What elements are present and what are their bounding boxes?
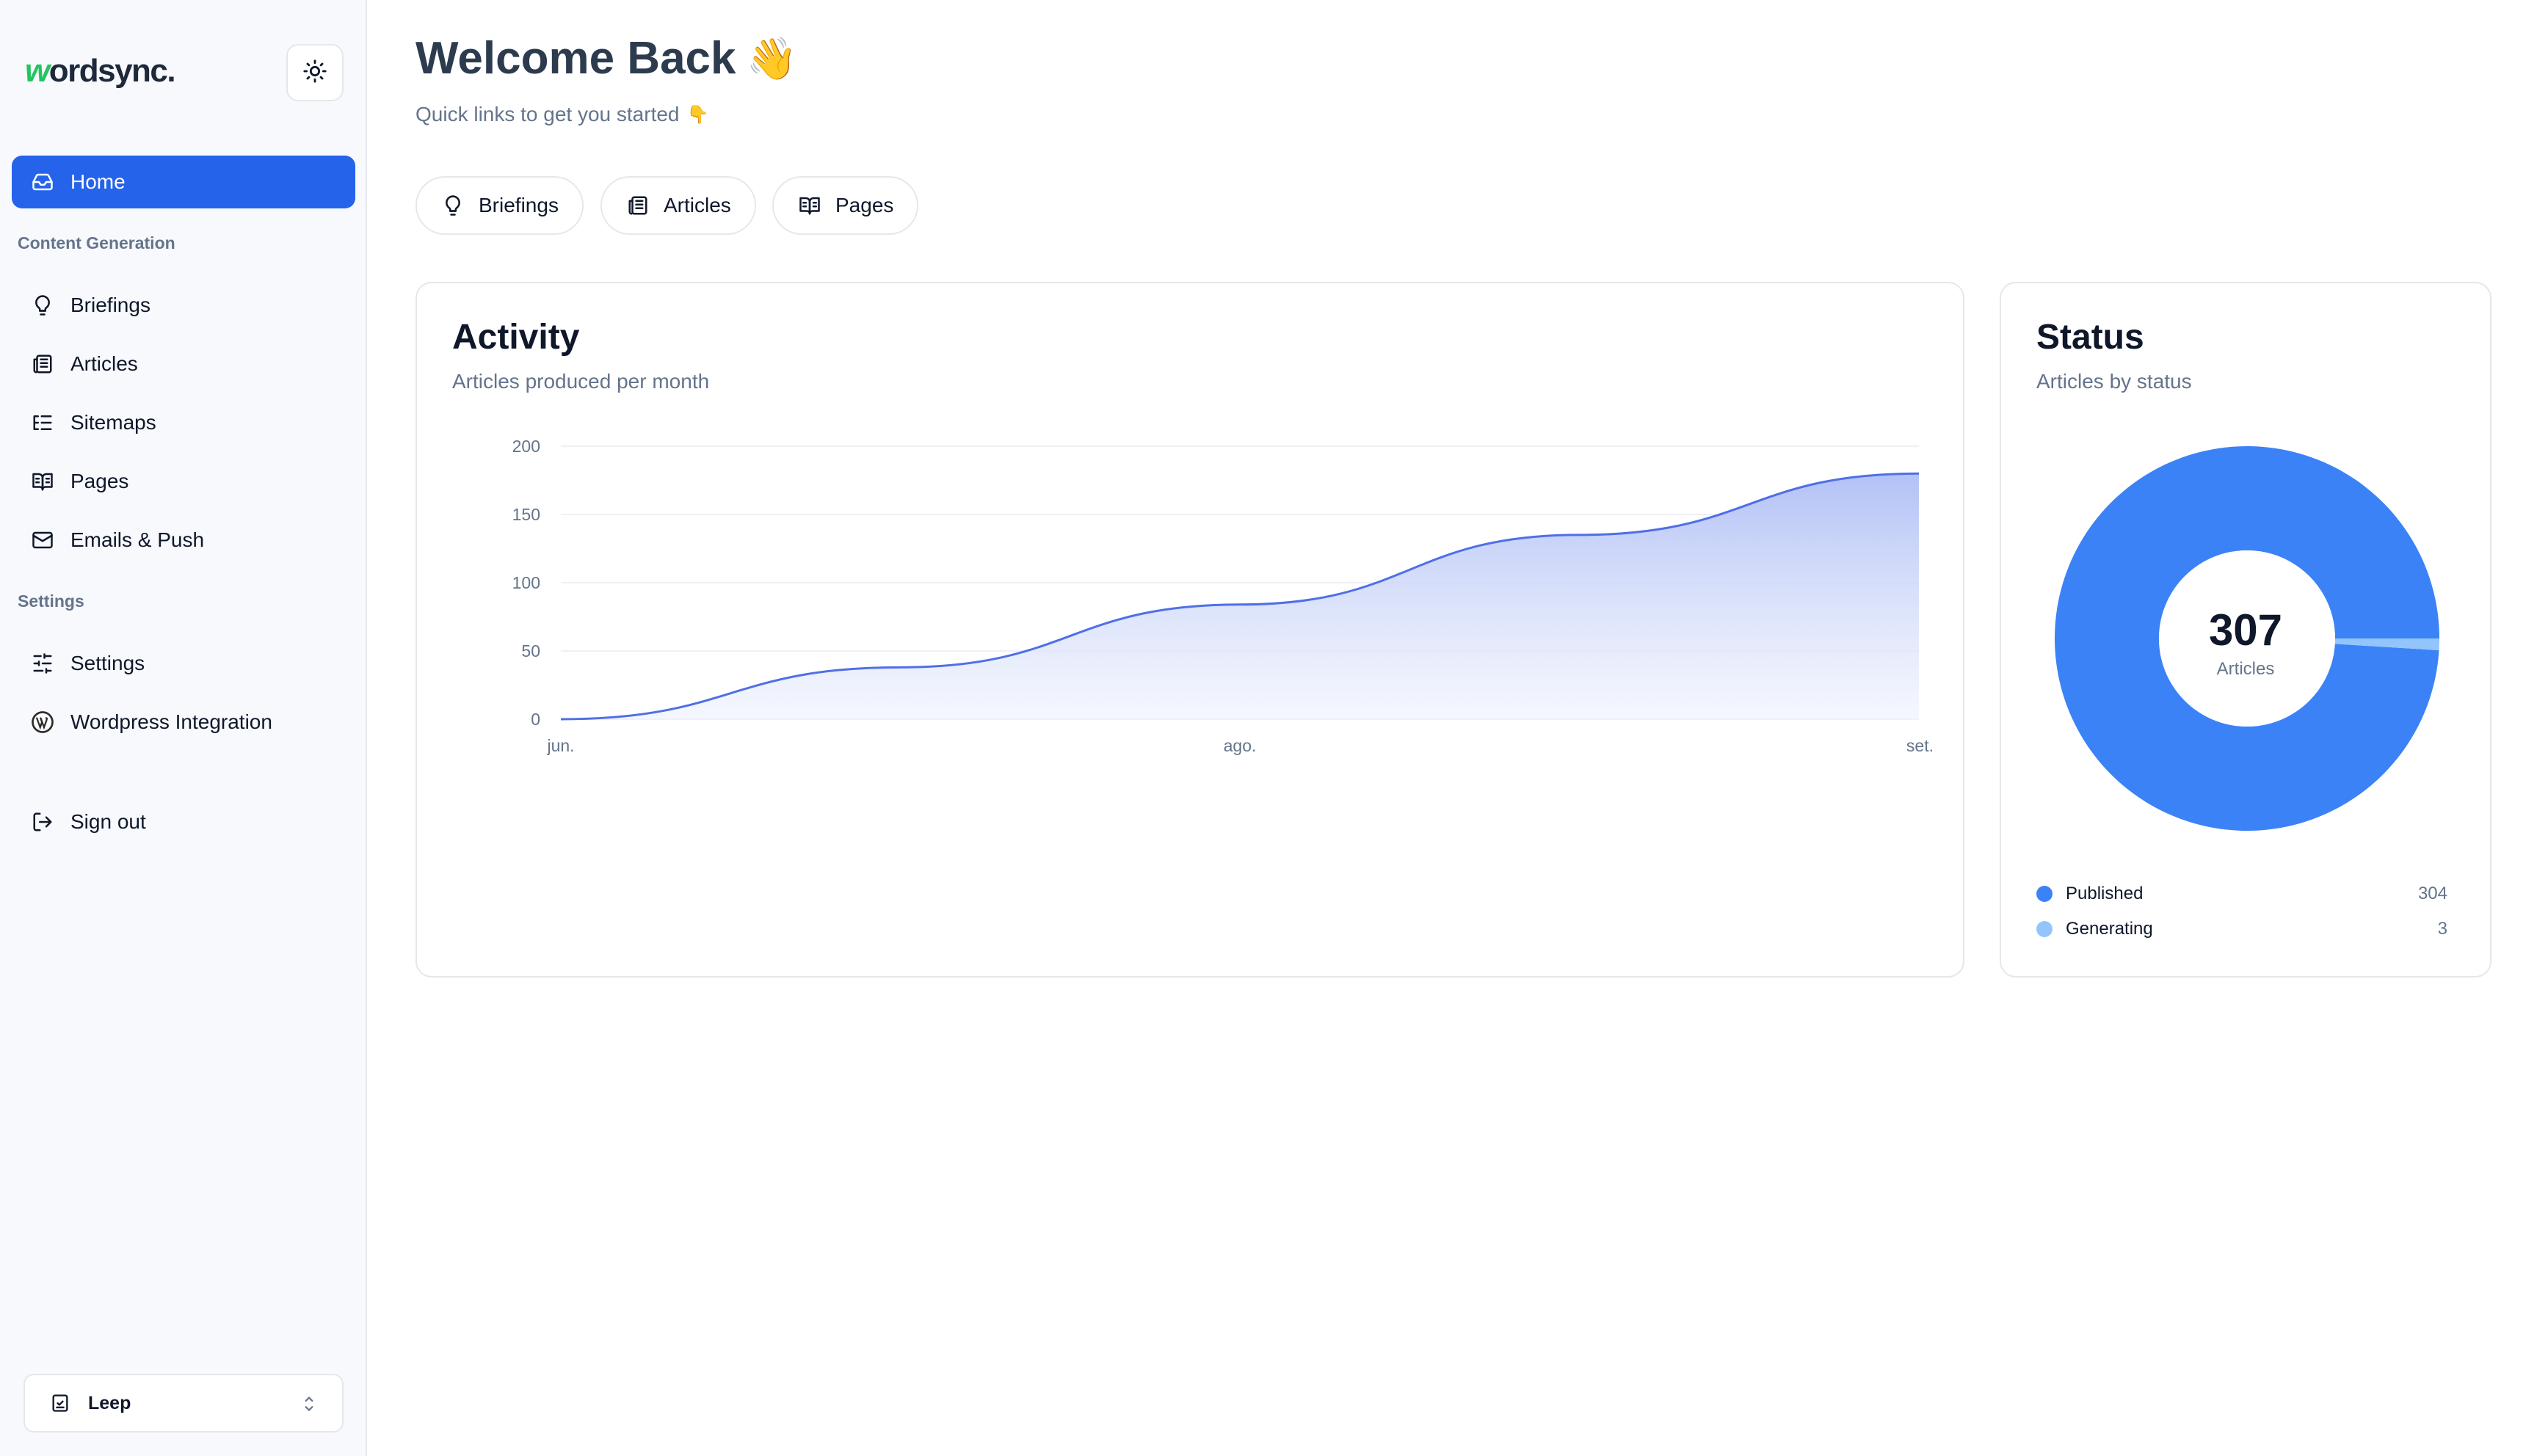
- sidebar-item-label: Home: [70, 170, 126, 193]
- sidebar-item-label: Briefings: [70, 294, 150, 316]
- legend-value: 304: [2417, 884, 2447, 903]
- sidebar-item-emails-push[interactable]: Emails & Push: [12, 514, 355, 567]
- quick-link-articles[interactable]: Articles: [600, 176, 756, 235]
- sidebar-item-briefings[interactable]: Briefings: [12, 279, 355, 332]
- quick-link-label: Pages: [835, 194, 894, 216]
- sidebar-item-label: Emails & Push: [70, 528, 205, 551]
- mail-icon: [29, 527, 56, 553]
- lightbulb-icon: [440, 193, 465, 218]
- area-fill: [561, 473, 1919, 719]
- sliders-icon: [29, 650, 56, 677]
- sidebar-item-label: Sitemaps: [70, 411, 156, 434]
- logo-rest: ordsync.: [48, 53, 176, 89]
- sun-icon: [302, 59, 327, 87]
- sidebar-item-articles[interactable]: Articles: [12, 338, 355, 390]
- pointing-down-icon: 👇: [686, 104, 709, 125]
- sidebar-item-settings[interactable]: Settings: [12, 637, 355, 690]
- legend-generating: Generating 3: [2036, 914, 2447, 944]
- quick-link-briefings[interactable]: Briefings: [415, 176, 584, 235]
- y-tick-label: 150: [512, 505, 540, 524]
- x-tick-label: jun.: [546, 736, 574, 755]
- sidebar-item-label: Wordpress Integration: [70, 710, 272, 733]
- sign-out-button[interactable]: Sign out: [12, 796, 355, 848]
- y-tick-label: 50: [521, 641, 540, 660]
- waving-hand-icon: 👋: [746, 34, 798, 81]
- x-tick-label: ago.: [1224, 736, 1257, 755]
- lightbulb-icon: [29, 292, 56, 318]
- status-card: Status Articles by status 307 Articles P…: [2000, 282, 2491, 978]
- section-settings: Settings: [18, 592, 84, 611]
- page-subtitle: Quick links to get you started 👇: [415, 103, 708, 126]
- activity-card: Activity Articles produced per month 0 50…: [415, 282, 1964, 978]
- sidebar-item-pages[interactable]: Pages: [12, 455, 355, 508]
- logo-w: w: [25, 53, 50, 89]
- list-tree-icon: [29, 410, 56, 436]
- sidebar-item-sitemaps[interactable]: Sitemaps: [12, 396, 355, 449]
- book-open-icon: [797, 193, 822, 218]
- chevrons-up-down-icon: [301, 1391, 317, 1422]
- activity-area-chart: 0 50 100 150 200 jun. ago. set.: [512, 437, 1934, 755]
- quick-link-pages[interactable]: Pages: [772, 176, 919, 235]
- book-open-icon: [29, 468, 56, 495]
- sidebar-item-label: Pages: [70, 470, 129, 492]
- clipboard-check-icon: [48, 1391, 72, 1415]
- donut-total: 307: [2208, 605, 2283, 655]
- donut-total-label: Articles: [2216, 659, 2275, 679]
- legend-dot: [2036, 921, 2053, 937]
- sidebar: w ordsync. Home Content Generation Briefi…: [0, 0, 367, 1456]
- x-tick-label: set.: [1906, 736, 1934, 755]
- sidebar-item-home[interactable]: Home: [12, 156, 355, 208]
- page-title-text: Welcome Back: [415, 33, 736, 84]
- page-subtitle-text: Quick links to get you started: [415, 103, 680, 125]
- section-content-generation: Content Generation: [18, 233, 175, 252]
- legend-published: Published 304: [2036, 879, 2447, 909]
- inbox-icon: [29, 169, 56, 195]
- theme-toggle-button[interactable]: [286, 44, 344, 101]
- sidebar-item-label: Settings: [70, 652, 145, 674]
- wordpress-icon: [29, 709, 56, 735]
- legend-label: Published: [2066, 884, 2144, 903]
- quick-link-label: Articles: [664, 194, 731, 216]
- legend-dot: [2036, 886, 2053, 902]
- team-switcher[interactable]: Leep: [23, 1374, 344, 1433]
- wordsync-logo[interactable]: w ordsync.: [25, 53, 176, 90]
- legend-label: Generating: [2066, 919, 2153, 939]
- sidebar-item-wordpress-integration[interactable]: Wordpress Integration: [12, 696, 355, 749]
- app: w ordsync. Home Content Generation Briefi…: [0, 0, 2537, 1456]
- y-tick-label: 0: [531, 710, 540, 729]
- sidebar-item-label: Articles: [70, 352, 138, 375]
- y-tick-label: 200: [512, 437, 540, 456]
- sign-out-label: Sign out: [70, 810, 146, 833]
- quick-link-label: Briefings: [479, 194, 559, 216]
- page-title: Welcome Back 👋: [415, 32, 797, 84]
- legend-value: 3: [2437, 919, 2447, 939]
- log-out-icon: [29, 809, 56, 835]
- team-name: Leep: [88, 1392, 131, 1413]
- newspaper-icon: [29, 351, 56, 377]
- y-tick-label: 100: [512, 573, 540, 592]
- newspaper-icon: [625, 193, 650, 218]
